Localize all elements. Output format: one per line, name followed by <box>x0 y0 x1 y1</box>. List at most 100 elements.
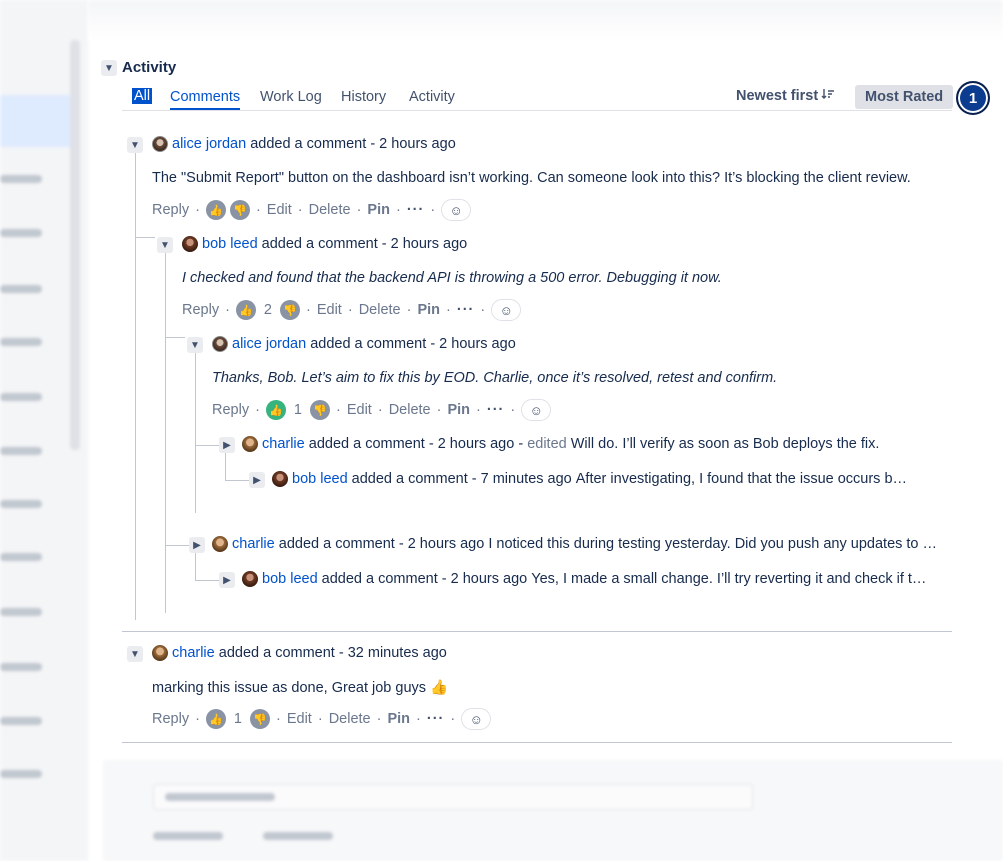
comment-body: I checked and found that the backend API… <box>182 270 722 286</box>
tabs-divider <box>122 110 952 111</box>
composer-hint <box>153 832 223 840</box>
thumbs-down-icon[interactable]: 👎 <box>250 709 270 729</box>
thumbs-up-icon[interactable]: 👍 <box>265 400 286 420</box>
more-icon[interactable]: ··· <box>427 711 445 727</box>
comment-divider <box>122 742 952 743</box>
comment-author[interactable]: bob leed <box>292 471 348 487</box>
tab-activity[interactable]: Activity <box>409 89 455 105</box>
reply-button[interactable]: Reply <box>182 302 219 318</box>
expand-comment-icon[interactable]: ▶ <box>219 572 235 588</box>
edit-button[interactable]: Edit <box>267 202 292 218</box>
add-reaction-icon[interactable]: ☺ <box>521 399 552 421</box>
comment-time: - 2 hours ago <box>441 571 528 587</box>
avatar <box>152 136 168 152</box>
comment-author[interactable]: bob leed <box>262 571 318 587</box>
most-rated-button[interactable]: Most Rated <box>855 85 954 109</box>
pin-button[interactable]: Pin <box>417 302 440 318</box>
comment-author[interactable]: charlie <box>232 536 275 552</box>
sidebar-row <box>0 770 42 778</box>
add-reaction-icon[interactable]: ☺ <box>461 708 492 730</box>
edit-button[interactable]: Edit <box>347 402 372 418</box>
tab-history[interactable]: History <box>341 89 386 105</box>
delete-button[interactable]: Delete <box>329 711 371 727</box>
thread-line <box>195 553 196 580</box>
avatar <box>242 436 258 452</box>
tab-comments[interactable]: Comments <box>170 89 240 105</box>
composer-placeholder <box>165 793 275 801</box>
edit-button[interactable]: Edit <box>317 302 342 318</box>
avatar <box>182 236 198 252</box>
comment-actions: Reply · 👍 1 👎 · Edit · Delete · Pin · ··· · ☺ <box>212 399 552 421</box>
comment-time: - 2 hours ago - <box>428 436 524 452</box>
comment-author[interactable]: charlie <box>262 436 305 452</box>
more-icon[interactable]: ··· <box>407 202 425 218</box>
comment-preview: After investigating, I found that the is… <box>575 471 908 487</box>
pin-button[interactable]: Pin <box>387 711 410 727</box>
comment-body: The "Submit Report" button on the dashbo… <box>152 170 911 186</box>
comment-header: bob leed added a comment - 2 hours ago <box>182 236 467 252</box>
comment-action: added a comment <box>261 236 378 252</box>
add-reaction-icon[interactable]: ☺ <box>441 199 472 221</box>
comment-preview: Will do. I’ll verify as soon as Bob depl… <box>570 436 880 452</box>
reply-button[interactable]: Reply <box>152 711 189 727</box>
sidebar-row <box>0 229 42 237</box>
comment-author[interactable]: alice jordan <box>172 136 246 152</box>
thumbs-down-icon[interactable]: 👎 <box>310 400 330 420</box>
comment-header: charlie added a comment - 32 minutes ago <box>152 645 447 661</box>
avatar <box>152 645 168 661</box>
thumbs-down-icon[interactable]: 👎 <box>229 200 250 220</box>
pin-button[interactable]: Pin <box>447 402 470 418</box>
thumbs-up-icon[interactable]: 👍 <box>205 200 226 220</box>
sidebar-scrollbar[interactable] <box>70 40 80 450</box>
sidebar-row <box>0 175 42 183</box>
expand-comment-icon[interactable]: ▶ <box>189 537 205 553</box>
sort-button[interactable]: Newest first <box>736 87 835 104</box>
thread-connector <box>165 337 185 338</box>
comment-author[interactable]: bob leed <box>202 236 258 252</box>
comment-header: alice jordan added a comment - 2 hours a… <box>212 336 516 352</box>
sort-icon <box>821 87 835 104</box>
thread-connector <box>195 580 219 581</box>
comment-time: - 2 hours ago <box>381 236 468 252</box>
comment-actions: Reply · 👍 1 👎 · Edit · Delete · Pin · ··· · ☺ <box>152 708 492 730</box>
comment-action: added a comment <box>308 436 425 452</box>
thread-line <box>225 453 226 480</box>
expand-comment-icon[interactable]: ▶ <box>219 437 235 453</box>
comment-author[interactable]: charlie <box>172 645 215 661</box>
delete-button[interactable]: Delete <box>389 402 431 418</box>
comment-header: charlie added a comment - 2 hours ago - … <box>242 436 879 452</box>
reply-button[interactable]: Reply <box>152 202 189 218</box>
tab-all[interactable]: All <box>132 88 153 104</box>
sidebar-row <box>0 553 42 561</box>
sidebar-row <box>0 393 42 401</box>
add-reaction-icon[interactable]: ☺ <box>491 299 522 321</box>
edit-button[interactable]: Edit <box>287 711 312 727</box>
more-icon[interactable]: ··· <box>487 402 505 418</box>
comment-header: bob leed added a comment - 2 hours ago Y… <box>242 571 926 587</box>
thumbs-up-icon[interactable]: 👍 <box>205 709 226 729</box>
tab-work-log[interactable]: Work Log <box>260 89 322 105</box>
reply-button[interactable]: Reply <box>212 402 249 418</box>
comment-author[interactable]: alice jordan <box>232 336 306 352</box>
delete-button[interactable]: Delete <box>359 302 401 318</box>
top-toolbar-shade <box>88 0 1003 40</box>
thumbs-down-icon[interactable]: 👎 <box>280 300 300 320</box>
expand-comment-icon[interactable]: ▶ <box>249 472 265 488</box>
collapse-comment-icon[interactable]: ▼ <box>127 137 143 153</box>
pin-button[interactable]: Pin <box>367 202 390 218</box>
comment-time: - 2 hours ago <box>398 536 485 552</box>
sort-label: Newest first <box>736 87 819 104</box>
comment-preview: I noticed this during testing yesterday.… <box>488 536 938 552</box>
comment-actions: Reply · 👍 2 👎 · Edit · Delete · Pin · ··· · ☺ <box>182 299 522 321</box>
collapse-comment-icon[interactable]: ▼ <box>157 237 173 253</box>
comment-divider <box>122 631 952 632</box>
comment-action: added a comment <box>218 645 335 661</box>
collapse-comment-icon[interactable]: ▼ <box>187 337 203 353</box>
comment-action: added a comment <box>250 136 367 152</box>
more-icon[interactable]: ··· <box>457 302 475 318</box>
delete-button[interactable]: Delete <box>309 202 351 218</box>
thumbs-up-icon[interactable]: 👍 <box>235 300 256 320</box>
collapse-activity-icon[interactable]: ▼ <box>101 60 117 76</box>
comment-header: bob leed added a comment - 7 minutes ago… <box>272 471 907 487</box>
collapse-comment-icon[interactable]: ▼ <box>127 646 143 662</box>
